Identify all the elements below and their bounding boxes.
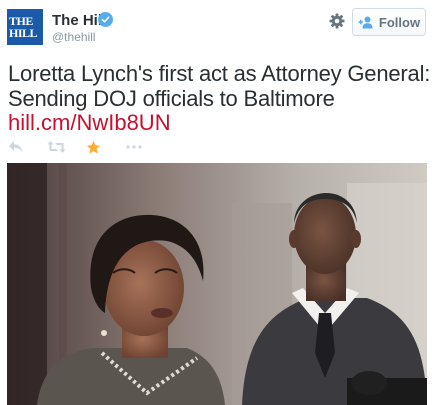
avatar-line-2: HILL	[9, 26, 38, 40]
avatar[interactable]: THE HILL	[7, 9, 43, 45]
gear-icon[interactable]	[327, 11, 347, 31]
account-handle[interactable]: @thehill	[52, 30, 96, 44]
follow-button[interactable]: Follow	[352, 8, 426, 36]
verified-badge-icon	[98, 12, 113, 27]
more-icon[interactable]	[126, 138, 142, 156]
retweet-icon[interactable]	[47, 138, 66, 156]
tweet-link[interactable]: hill.cm/NwIb8UN	[8, 110, 171, 135]
add-user-icon	[358, 16, 373, 28]
tweet-card: THE HILL The Hill @thehill Follow Lorett…	[0, 0, 435, 405]
tweet-text: Loretta Lynch's first act as Attorney Ge…	[8, 61, 431, 111]
follow-label: Follow	[378, 14, 421, 30]
reply-icon[interactable]	[8, 138, 24, 156]
tweet-photo[interactable]	[7, 163, 427, 405]
favorite-icon[interactable]	[86, 138, 101, 156]
